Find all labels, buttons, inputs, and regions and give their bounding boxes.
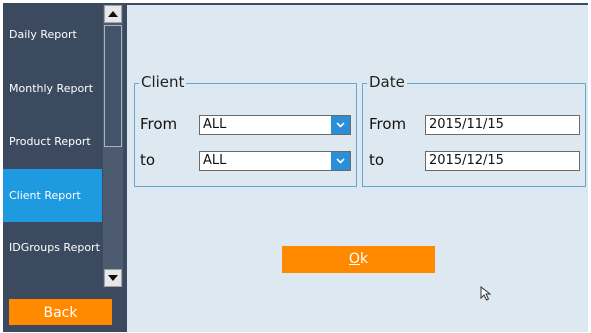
chevron-down-icon [331, 116, 350, 134]
sidebar-item-client-report[interactable]: Client Report [3, 169, 102, 222]
client-from-value: ALL [203, 117, 227, 132]
sidebar-item-idgroups-report[interactable]: IDGroups Report [3, 221, 102, 274]
sidebar-item-label: Daily Report [9, 28, 77, 41]
sidebar-item-label: Product Report [9, 135, 91, 148]
sidebar-item-label: Client Report [9, 189, 81, 202]
ok-mnemonic: O [348, 251, 360, 267]
date-group-title: Date [367, 72, 407, 92]
client-group: Client From ALL to ALL [134, 72, 357, 187]
date-to-label: to [369, 151, 385, 169]
sidebar-item-product-report[interactable]: Product Report [3, 115, 102, 168]
app-screen: Daily Report Monthly Report Product Repo… [3, 3, 588, 332]
triangle-down-icon [108, 275, 118, 281]
client-to-value: ALL [203, 153, 227, 168]
ok-button[interactable]: Ok [282, 246, 435, 273]
client-from-select[interactable]: ALL [199, 115, 351, 135]
sidebar: Daily Report Monthly Report Product Repo… [3, 3, 123, 332]
date-group: Date From 2015/11/15 to 2015/12/15 [362, 72, 586, 187]
triangle-up-icon [108, 11, 118, 17]
sidebar-item-label: IDGroups Report [9, 241, 100, 254]
date-to-field[interactable]: 2015/12/15 [425, 151, 580, 171]
main-panel: Client From ALL to ALL Date From 2015/11… [127, 5, 588, 332]
scrollbar-thumb[interactable] [104, 25, 122, 147]
client-from-label: From [140, 115, 178, 133]
chevron-down-icon [331, 152, 350, 170]
client-to-select[interactable]: ALL [199, 151, 351, 171]
ok-label-rest: k [359, 251, 369, 267]
client-group-title: Client [139, 72, 187, 92]
date-from-label: From [369, 115, 407, 133]
mouse-pointer-icon [480, 286, 492, 301]
date-from-field[interactable]: 2015/11/15 [425, 115, 580, 135]
client-to-label: to [140, 151, 156, 169]
sidebar-item-label: Monthly Report [9, 82, 94, 95]
sidebar-item-monthly-report[interactable]: Monthly Report [3, 62, 102, 115]
back-button[interactable]: Back [9, 299, 112, 325]
scroll-down-button[interactable] [104, 269, 122, 287]
sidebar-item-daily-report[interactable]: Daily Report [3, 8, 102, 61]
scroll-up-button[interactable] [104, 5, 122, 23]
